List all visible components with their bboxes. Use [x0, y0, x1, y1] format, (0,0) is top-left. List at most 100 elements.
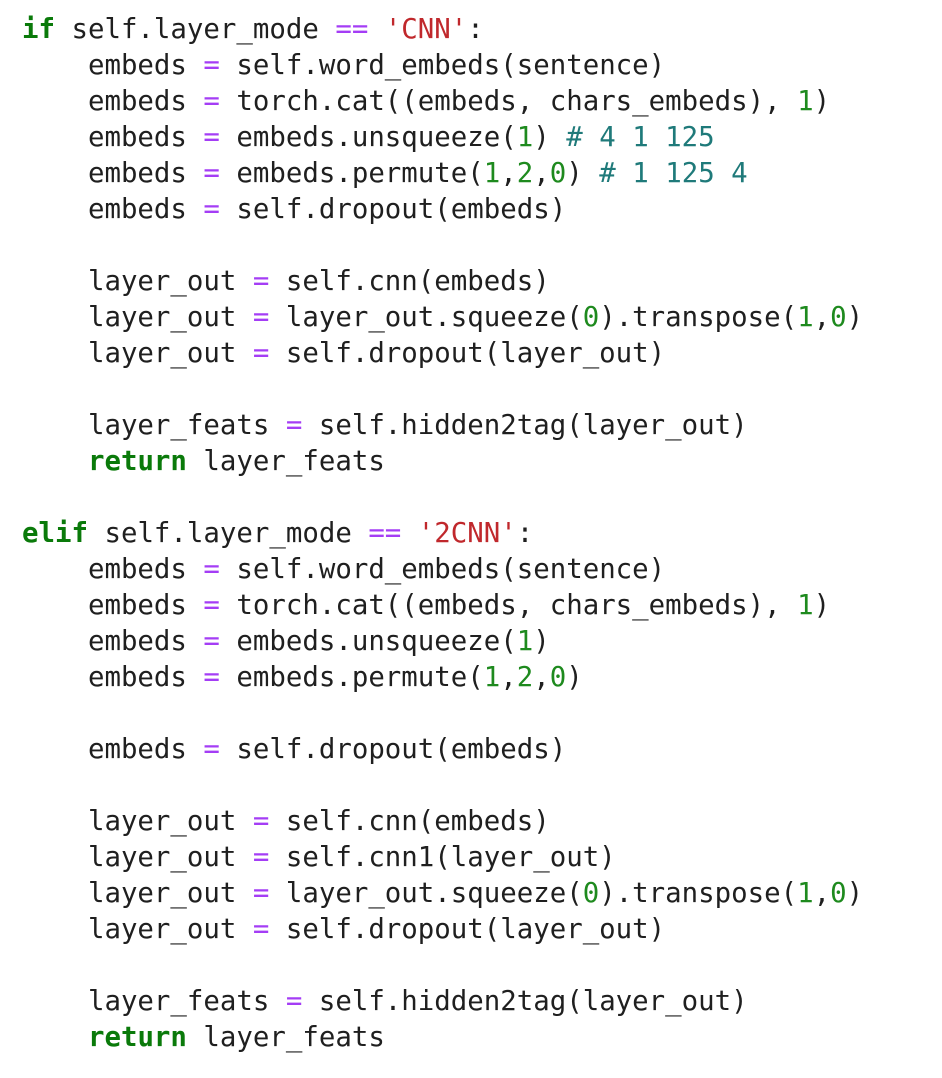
- operator-token: =: [252, 914, 270, 945]
- code-token: embeds.permute(: [219, 158, 484, 189]
- code-token: layer_out: [22, 338, 253, 369]
- operator-token: =: [252, 806, 270, 837]
- operator-token: =: [252, 842, 270, 873]
- operator-token: ==: [335, 14, 369, 45]
- code-token: ,: [500, 158, 517, 189]
- operator-token: =: [252, 878, 270, 909]
- code-line: layer_out = self.cnn(embeds): [22, 264, 932, 300]
- code-token: self.layer_mode: [54, 14, 336, 45]
- code-line: if self.layer_mode == 'CNN':: [22, 12, 932, 48]
- code-line: layer_out = self.cnn(embeds): [22, 804, 932, 840]
- code-line: layer_out = self.dropout(layer_out): [22, 336, 932, 372]
- code-line: embeds = self.dropout(embeds): [22, 192, 932, 228]
- code-token: embeds: [22, 122, 204, 153]
- code-token: embeds: [22, 50, 204, 81]
- code-token: embeds: [22, 662, 204, 693]
- operator-token: =: [252, 302, 270, 333]
- code-token: ): [813, 590, 831, 621]
- operator-token: =: [203, 86, 220, 117]
- code-token: self.dropout(embeds): [219, 734, 567, 765]
- code-token: :: [516, 518, 534, 549]
- code-token: embeds: [22, 194, 204, 225]
- code-line: return layer_feats: [22, 444, 932, 480]
- code-token: self.cnn1(layer_out): [269, 842, 616, 873]
- operator-token: =: [203, 662, 220, 693]
- code-token: torch.cat((embeds, chars_embeds),: [219, 590, 798, 621]
- code-line: layer_feats = self.hidden2tag(layer_out): [22, 408, 932, 444]
- code-token: self.dropout(layer_out): [269, 914, 666, 945]
- number-token: 1: [797, 878, 814, 909]
- code-line: layer_out = self.dropout(layer_out): [22, 912, 932, 948]
- operator-token: =: [252, 338, 270, 369]
- code-token: self.cnn(embeds): [269, 266, 550, 297]
- number-token: 1: [483, 158, 501, 189]
- number-token: 1: [797, 302, 814, 333]
- code-token: embeds.unsqueeze(: [219, 122, 517, 153]
- code-token: ): [533, 626, 550, 657]
- code-token: layer_feats: [22, 410, 286, 441]
- comment-token: # 4 1 125: [566, 122, 715, 153]
- number-token: 0: [830, 302, 847, 333]
- code-line: embeds = self.dropout(embeds): [22, 732, 932, 768]
- code-token: self.dropout(layer_out): [269, 338, 666, 369]
- number-token: 1: [797, 590, 814, 621]
- string-token: 'CNN': [384, 14, 468, 45]
- operator-token: ==: [368, 518, 402, 549]
- code-line: embeds = embeds.permute(1,2,0) # 1 125 4: [22, 156, 932, 192]
- code-token: ,: [500, 662, 517, 693]
- code-token: ): [846, 302, 864, 333]
- code-token: ).transpose(: [599, 302, 798, 333]
- code-token: self.dropout(embeds): [219, 194, 567, 225]
- code-line: layer_out = layer_out.squeeze(0).transpo…: [22, 876, 932, 912]
- operator-token: =: [285, 986, 303, 1017]
- code-line: elif self.layer_mode == '2CNN':: [22, 516, 932, 552]
- code-token: layer_out: [22, 806, 253, 837]
- operator-token: =: [203, 734, 220, 765]
- operator-token: =: [285, 410, 303, 441]
- code-line: layer_out = self.cnn1(layer_out): [22, 840, 932, 876]
- number-token: 1: [483, 662, 501, 693]
- code-line: return layer_feats: [22, 1020, 932, 1056]
- code-token: layer_out: [22, 914, 253, 945]
- code-token: torch.cat((embeds, chars_embeds),: [219, 86, 798, 117]
- code-line: embeds = torch.cat((embeds, chars_embeds…: [22, 84, 932, 120]
- code-token: ,: [533, 158, 550, 189]
- code-token: embeds: [22, 86, 204, 117]
- code-token: layer_out: [22, 842, 253, 873]
- keyword-token: if: [22, 14, 55, 45]
- operator-token: =: [252, 266, 270, 297]
- operator-token: =: [203, 122, 220, 153]
- code-token: layer_feats: [186, 446, 385, 477]
- number-token: 2: [516, 662, 534, 693]
- operator-token: =: [203, 158, 220, 189]
- code-token: layer_out: [22, 302, 253, 333]
- code-line: embeds = self.word_embeds(sentence): [22, 552, 932, 588]
- code-line: embeds = embeds.unsqueeze(1): [22, 624, 932, 660]
- code-line: layer_feats = self.hidden2tag(layer_out): [22, 984, 932, 1020]
- code-token: ): [566, 662, 583, 693]
- code-line: embeds = torch.cat((embeds, chars_embeds…: [22, 588, 932, 624]
- code-token: layer_out: [22, 878, 253, 909]
- code-token: self.hidden2tag(layer_out): [302, 410, 748, 441]
- code-token: :: [467, 14, 484, 45]
- number-token: 1: [797, 86, 814, 117]
- code-token: embeds: [22, 626, 204, 657]
- code-token: self.word_embeds(sentence): [219, 50, 666, 81]
- number-token: 0: [582, 878, 600, 909]
- comment-token: # 1 125 4: [599, 158, 748, 189]
- operator-token: =: [203, 194, 220, 225]
- code-token: ,: [813, 302, 831, 333]
- code-line: embeds = self.word_embeds(sentence): [22, 48, 932, 84]
- code-token: embeds.unsqueeze(: [219, 626, 517, 657]
- number-token: 0: [582, 302, 600, 333]
- code-line: layer_out = layer_out.squeeze(0).transpo…: [22, 300, 932, 336]
- operator-token: =: [203, 554, 220, 585]
- keyword-token: elif: [22, 518, 88, 549]
